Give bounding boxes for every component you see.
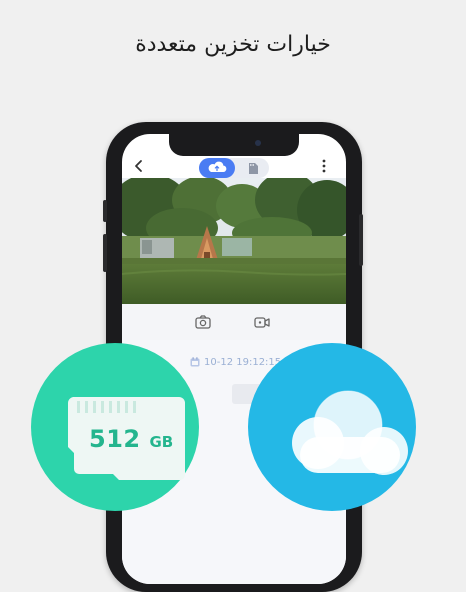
playback-controls (122, 304, 346, 340)
calendar-icon[interactable] (190, 357, 200, 367)
snapshot-button[interactable] (194, 313, 212, 331)
sd-storage-tab[interactable] (237, 158, 269, 178)
sd-card-icon (249, 163, 258, 174)
cloud-storage-badge (248, 343, 416, 511)
timeline-timestamp-row: 10-12 19:12:15 (190, 356, 281, 370)
phone-side-button (359, 214, 363, 266)
cloud-upload-icon (208, 161, 227, 173)
back-button[interactable] (130, 157, 148, 179)
page-headline: خيارات تخزين متعددة (135, 32, 331, 57)
sd-capacity-value: 512 (89, 425, 141, 453)
camera-icon (195, 315, 211, 329)
phone-side-button (103, 234, 107, 272)
record-button[interactable] (253, 313, 271, 331)
more-vertical-icon (322, 159, 326, 173)
sd-storage-badge: 512 GB (31, 343, 199, 511)
cloud-storage-tab[interactable] (199, 158, 235, 178)
chevron-left-icon (135, 160, 142, 172)
front-camera (255, 140, 261, 146)
live-view-image (122, 178, 346, 304)
more-button[interactable] (317, 157, 331, 179)
video-record-icon (254, 317, 270, 328)
sd-capacity-unit: GB (149, 433, 174, 451)
camera-live-view[interactable] (122, 178, 346, 304)
timeline-timestamp: 10-12 19:12:15 (204, 357, 282, 368)
cloud-icon (292, 390, 408, 475)
cloud-graphic (286, 387, 411, 483)
sd-card-graphic: 512 GB (67, 395, 187, 481)
sd-capacity-label: 512 GB (89, 425, 189, 453)
phone-side-button (103, 200, 107, 222)
storage-toggle[interactable] (199, 158, 269, 178)
